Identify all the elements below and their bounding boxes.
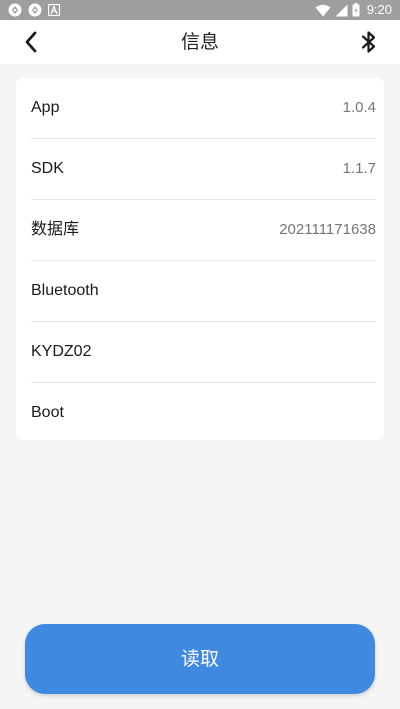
row-value: 1.1.7 xyxy=(342,160,376,177)
status-notification-icons xyxy=(8,3,60,17)
row-label: SDK xyxy=(31,160,64,177)
info-card: App 1.0.4 SDK 1.1.7 数据库 202111171638 Blu… xyxy=(16,78,384,440)
info-row-app: App 1.0.4 xyxy=(31,78,376,139)
row-value: 202111171638 xyxy=(279,221,376,238)
row-value: 1.0.4 xyxy=(342,99,376,116)
status-system-icons: 9:20 xyxy=(315,2,392,18)
bluetooth-icon xyxy=(361,31,376,53)
status-bar: 9:20 xyxy=(0,0,400,20)
battery-icon xyxy=(352,3,360,17)
info-row-sdk: SDK 1.1.7 xyxy=(31,139,376,200)
info-row-bluetooth: Bluetooth xyxy=(31,261,376,322)
app-icon xyxy=(8,3,22,17)
app-icon xyxy=(28,3,42,17)
app-bar: 信息 xyxy=(0,20,400,64)
info-row-device: KYDZ02 xyxy=(31,322,376,383)
row-label: App xyxy=(31,99,60,116)
read-button[interactable]: 读取 xyxy=(25,624,375,694)
row-label: Bluetooth xyxy=(31,282,99,299)
row-label: KYDZ02 xyxy=(31,343,92,360)
chevron-left-icon xyxy=(25,31,37,53)
font-icon xyxy=(48,4,60,16)
info-row-boot: Boot xyxy=(31,383,376,440)
status-time: 9:20 xyxy=(366,2,392,17)
page-title: 信息 xyxy=(180,31,219,53)
wifi-icon xyxy=(315,4,331,17)
row-label: Boot xyxy=(31,404,64,421)
info-row-database: 数据库 202111171638 xyxy=(31,200,376,261)
back-button[interactable] xyxy=(18,29,44,55)
signal-icon xyxy=(335,4,348,17)
bluetooth-button[interactable] xyxy=(356,29,382,55)
row-label: 数据库 xyxy=(31,221,80,238)
